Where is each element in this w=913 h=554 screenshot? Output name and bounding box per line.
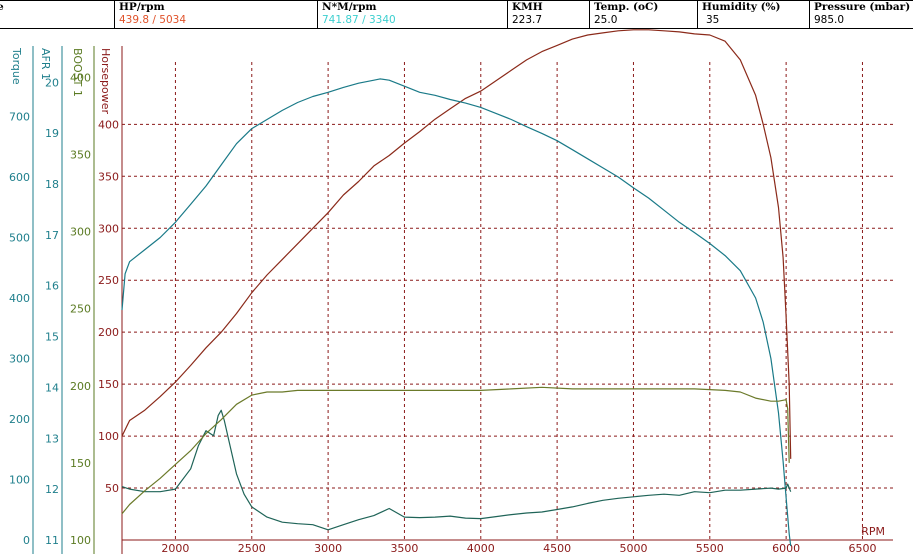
x-tick-label: 6500 [848,542,876,554]
y-tick-label: 700 [9,110,30,123]
y-tick-label: 50 [105,482,119,495]
y-axis-title: Horsepower [99,48,112,114]
x-tick-label: 4500 [543,542,571,554]
series-line-torque [121,78,792,547]
y-axis-title: Torque [10,47,23,85]
y-tick-label: 100 [98,430,119,443]
y-tick-label: 250 [70,303,91,316]
y-tick-label: 0 [23,534,30,547]
y-tick-label: 200 [98,326,119,339]
y-tick-label: 17 [45,229,59,242]
y-tick-label: 12 [45,483,59,496]
y-tick-label: 14 [45,381,59,394]
y-tick-label: 15 [45,331,59,344]
y-tick-label: 300 [9,352,30,365]
y-tick-label: 600 [9,171,30,184]
series-line-horsepower [121,29,792,459]
y-tick-label: 400 [9,292,30,305]
x-tick-label: 2000 [161,542,189,554]
y-tick-label: 200 [70,380,91,393]
x-tick-label: 5500 [696,542,724,554]
y-axis-title: BOOST 1 [71,48,84,97]
y-tick-label: 100 [9,473,30,486]
x-tick-label: 4000 [467,542,495,554]
y-tick-label: 250 [98,274,119,287]
y-tick-label: 13 [45,432,59,445]
y-tick-label: 500 [9,231,30,244]
x-tick-label: 3500 [390,542,418,554]
x-axis-title: RPM [861,525,885,538]
y-tick-label: 11 [45,534,59,547]
y-tick-label: 350 [98,170,119,183]
y-tick-label: 200 [9,413,30,426]
series-line-boost-1 [121,386,790,515]
y-tick-label: 150 [98,378,119,391]
y-tick-label: 400 [98,118,119,131]
series-line-afr-1 [121,409,792,531]
y-tick-label: 350 [70,149,91,162]
y-axis-title: AFR 1 [39,48,52,80]
y-tick-label: 150 [70,457,91,470]
y-tick-label: 18 [45,178,59,191]
y-tick-label: 16 [45,280,59,293]
x-tick-label: 3000 [314,542,342,554]
x-tick-label: 2500 [238,542,266,554]
x-tick-label: 5000 [619,542,647,554]
x-tick-label: 6000 [772,542,800,554]
y-tick-label: 100 [70,534,91,547]
dyno-chart: 0 100 200 300 400 500 600 700 Torque 11 12 13 14 15 16… [9,29,893,554]
y-tick-label: 300 [98,222,119,235]
y-tick-label: 300 [70,226,91,239]
y-tick-label: 19 [45,127,59,140]
